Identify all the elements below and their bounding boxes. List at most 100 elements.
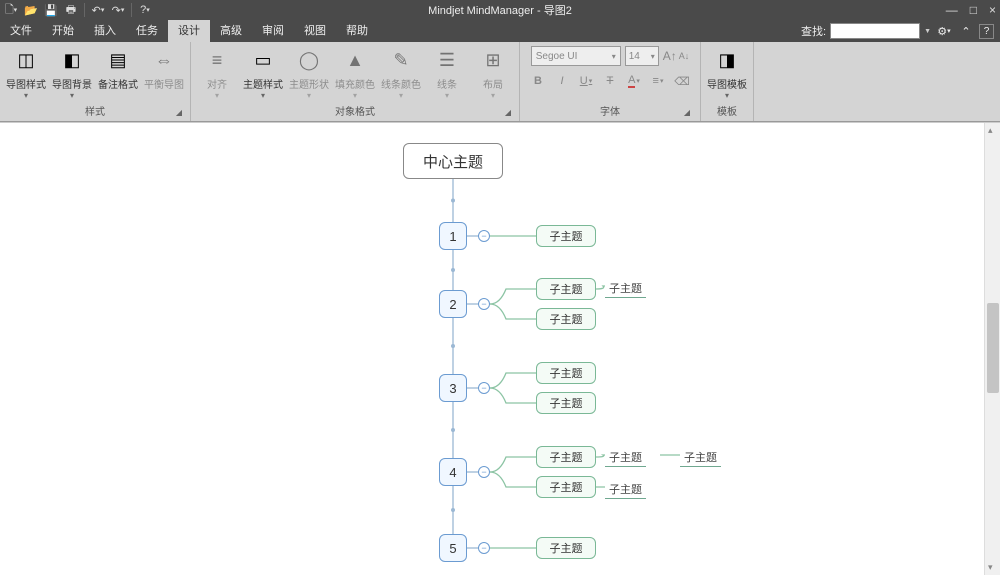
ribbon-group-模板: ◨导图模板▾模板 <box>701 42 754 121</box>
scrollbar-thumb[interactable] <box>987 303 999 393</box>
导图模板-icon: ◨ <box>713 46 741 74</box>
dialog-launcher-icon[interactable]: ◢ <box>176 108 182 117</box>
sub-topic[interactable]: 子主题 <box>536 225 596 247</box>
平衡导图-icon: ⇔ <box>150 46 178 74</box>
vertical-scrollbar[interactable]: ▴ ▾ <box>984 123 1000 575</box>
main-topic-1[interactable]: 1 <box>439 222 467 250</box>
mindmap-canvas[interactable]: 中心主题1−子主题2−子主题子主题子主题3−子主题子主题4−子主题子主题子主题子… <box>0 123 984 575</box>
close-button[interactable]: × <box>989 3 996 17</box>
quick-access-toolbar: 🗋▾ 📂 💾 🖶 ↶▾ ↷▾ ?▾ <box>0 1 154 19</box>
dialog-launcher-icon[interactable]: ◢ <box>505 108 511 117</box>
collapse-toggle[interactable]: − <box>478 382 490 394</box>
menu-视图[interactable]: 视图 <box>294 20 336 42</box>
qa-save-icon[interactable]: 💾 <box>42 1 60 19</box>
menu-任务[interactable]: 任务 <box>126 20 168 42</box>
text-align-button[interactable]: ≡▾ <box>648 72 668 90</box>
ribbon-btn-平衡导图: ⇔平衡导图 <box>144 46 184 100</box>
minimize-button[interactable]: — <box>946 3 958 17</box>
dropdown-arrow-icon[interactable]: ▼ <box>924 28 931 35</box>
menu-开始[interactable]: 开始 <box>42 20 84 42</box>
italic-button[interactable]: I <box>552 72 572 90</box>
main-topic-2[interactable]: 2 <box>439 290 467 318</box>
separator <box>84 3 85 17</box>
font-size-select[interactable]: 14▾ <box>625 46 659 66</box>
ribbon-btn-布局: ⊞布局▾ <box>473 46 513 100</box>
main-topic-5[interactable]: 5 <box>439 534 467 562</box>
menubar: 文件开始插入任务设计高级审阅视图帮助 查找: ▼ ⚙▾ ⌃ ? <box>0 20 1000 42</box>
collapse-toggle[interactable]: − <box>478 230 490 242</box>
leaf-topic[interactable]: 子主题 <box>605 449 646 467</box>
maximize-button[interactable]: □ <box>970 3 977 17</box>
search-area: 查找: ▼ ⚙▾ ⌃ ? <box>801 22 1000 40</box>
sub-topic[interactable]: 子主题 <box>536 392 596 414</box>
menu-文件[interactable]: 文件 <box>0 20 42 42</box>
font-color-button[interactable]: A▾ <box>624 72 644 90</box>
ribbon-btn-备注格式[interactable]: ▤备注格式 <box>98 46 138 100</box>
window-controls: — □ × <box>946 3 996 17</box>
group-title: 模板 <box>707 101 747 121</box>
ribbon-btn-主题样式[interactable]: ▭主题样式▾ <box>243 46 283 100</box>
ribbon-btn-主题形状: ◯主题形状▾ <box>289 46 329 100</box>
search-input[interactable] <box>830 23 920 39</box>
window-title: Mindjet MindManager - 导图2 <box>428 2 572 18</box>
strikethrough-button[interactable]: T <box>600 72 620 90</box>
sub-topic[interactable]: 子主题 <box>536 278 596 300</box>
qa-undo-icon[interactable]: ↶▾ <box>89 1 107 19</box>
sub-topic[interactable]: 子主题 <box>536 446 596 468</box>
search-label: 查找: <box>801 23 826 39</box>
布局-icon: ⊞ <box>479 46 507 74</box>
menu-插入[interactable]: 插入 <box>84 20 126 42</box>
leaf-topic[interactable]: 子主题 <box>605 481 646 499</box>
sub-topic[interactable]: 子主题 <box>536 537 596 559</box>
main-topic-4[interactable]: 4 <box>439 458 467 486</box>
shrink-font-icon[interactable]: A↓ <box>679 51 690 61</box>
qa-redo-icon[interactable]: ↷▾ <box>109 1 127 19</box>
clear-format-button[interactable]: ⌫ <box>672 72 692 90</box>
ribbon: ◫导图样式▾◧导图背景▾▤备注格式⇔平衡导图样式◢≡对齐▾▭主题样式▾◯主题形状… <box>0 42 1000 122</box>
bold-button[interactable]: B <box>528 72 548 90</box>
qa-help-icon[interactable]: ?▾ <box>136 1 154 19</box>
ribbon-group-对象格式: ≡对齐▾▭主题样式▾◯主题形状▾▲填充颜色▾✎线条颜色▾☰线条▾⊞布局▾对象格式… <box>191 42 520 121</box>
sub-topic[interactable]: 子主题 <box>536 362 596 384</box>
导图样式-icon: ◫ <box>12 46 40 74</box>
central-topic[interactable]: 中心主题 <box>403 143 503 179</box>
ribbon-btn-填充颜色: ▲填充颜色▾ <box>335 46 375 100</box>
qa-print-icon[interactable]: 🖶 <box>62 1 80 19</box>
ribbon-btn-导图样式[interactable]: ◫导图样式▾ <box>6 46 46 100</box>
ribbon-btn-导图背景[interactable]: ◧导图背景▾ <box>52 46 92 100</box>
group-title: 对象格式◢ <box>197 101 513 121</box>
font-family-select[interactable]: Segoe UI▾ <box>531 46 621 66</box>
menu-设计[interactable]: 设计 <box>168 20 210 42</box>
collapse-toggle[interactable]: − <box>478 466 490 478</box>
collapse-toggle[interactable]: − <box>478 542 490 554</box>
导图背景-icon: ◧ <box>58 46 86 74</box>
线条颜色-icon: ✎ <box>387 46 415 74</box>
menu-审阅[interactable]: 审阅 <box>252 20 294 42</box>
ribbon-btn-线条颜色: ✎线条颜色▾ <box>381 46 421 100</box>
leaf-topic[interactable]: 子主题 <box>605 280 646 298</box>
scroll-up-icon[interactable]: ▴ <box>988 125 993 136</box>
qa-open-icon[interactable]: 📂 <box>22 1 40 19</box>
对齐-icon: ≡ <box>203 46 231 74</box>
sub-topic[interactable]: 子主题 <box>536 308 596 330</box>
线条-icon: ☰ <box>433 46 461 74</box>
menu-高级[interactable]: 高级 <box>210 20 252 42</box>
scroll-down-icon[interactable]: ▾ <box>988 562 993 573</box>
sub-topic[interactable]: 子主题 <box>536 476 596 498</box>
help-icon[interactable]: ? <box>979 24 994 39</box>
collapse-toggle[interactable]: − <box>478 298 490 310</box>
ribbon-btn-导图模板[interactable]: ◨导图模板▾ <box>707 46 747 100</box>
leaf-topic[interactable]: 子主题 <box>680 449 721 467</box>
grow-font-icon[interactable]: A↑ <box>663 49 677 63</box>
separator <box>131 3 132 17</box>
填充颜色-icon: ▲ <box>341 46 369 74</box>
主题样式-icon: ▭ <box>249 46 277 74</box>
search-options-icon[interactable]: ⚙▾ <box>935 22 953 40</box>
group-title: 样式◢ <box>6 101 184 121</box>
underline-button[interactable]: U▾ <box>576 72 596 90</box>
main-topic-3[interactable]: 3 <box>439 374 467 402</box>
collapse-ribbon-icon[interactable]: ⌃ <box>957 22 975 40</box>
menu-帮助[interactable]: 帮助 <box>336 20 378 42</box>
qa-new-icon[interactable]: 🗋▾ <box>2 1 20 19</box>
dialog-launcher-icon[interactable]: ◢ <box>684 108 690 117</box>
